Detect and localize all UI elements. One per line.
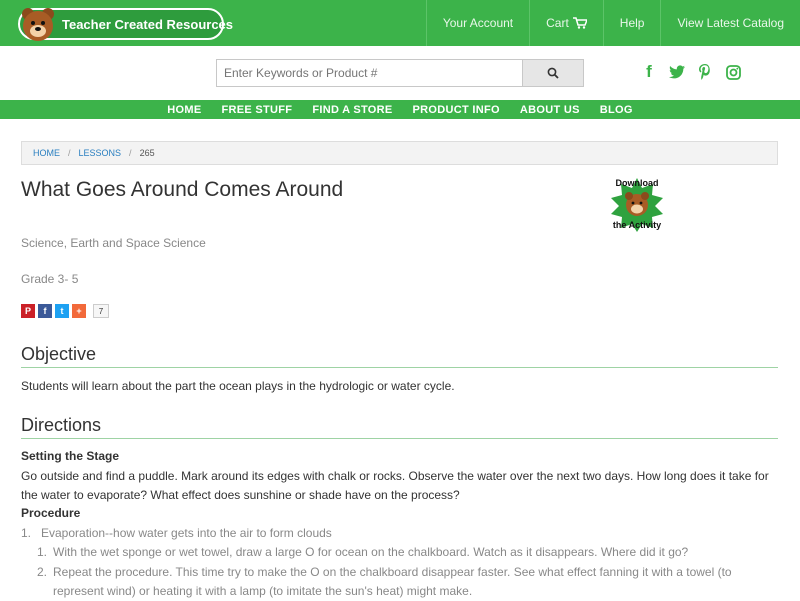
pinterest-share-icon[interactable]: P [21,304,35,318]
search-button[interactable] [522,59,584,87]
procedure-sub-item-2-continued: represent wind) or heating it with a lam… [53,584,473,598]
search-row: f [0,46,800,100]
your-account-link[interactable]: Your Account [425,0,529,46]
share-buttons: P f t + 7 [21,304,109,318]
twitter-icon[interactable] [668,62,686,82]
facebook-icon[interactable]: f [640,62,658,82]
nav-home[interactable]: HOME [157,104,211,116]
breadcrumb-separator: / [68,148,71,158]
objective-text: Students will learn about the part the o… [21,379,455,393]
procedure-heading: Procedure [21,506,81,520]
addthis-share-icon[interactable]: + [72,304,86,318]
download-label-bottom: the Activity [612,220,662,230]
site-logo[interactable]: Teacher Created Resources [18,8,233,41]
help-link[interactable]: Help [602,0,661,46]
social-links: f [640,62,742,82]
breadcrumb-current: 265 [139,148,155,158]
nav-about-us[interactable]: ABOUT US [510,104,590,116]
cart-link[interactable]: Cart [529,0,603,46]
share-count: 7 [93,304,109,318]
account-nav: Your Account Cart Help View Latest Catal… [425,0,800,46]
setting-stage-heading: Setting the Stage [21,449,120,463]
list-item-text: Repeat the procedure. This time try to m… [53,565,732,579]
breadcrumb-lessons[interactable]: LESSONS [79,148,122,158]
procedure-sub-item-1: 1. With the wet sponge or wet towel, draw… [37,543,777,562]
top-bar: Teacher Created Resources Your Account C… [0,0,800,46]
list-number: 1. [21,526,32,540]
download-label-top: Download [615,178,659,188]
cart-icon [572,17,587,29]
page-title: What Goes Around Comes Around [21,178,344,201]
objective-heading: Objective [21,344,778,368]
main-nav: HOME FREE STUFF FIND A STORE PRODUCT INF… [0,100,800,119]
procedure-item-1: 1. Evaporation--how water gets into the a… [21,524,781,543]
instagram-icon[interactable] [724,62,742,82]
lesson-subject: Science, Earth and Space Science [21,236,206,250]
logo-text: Teacher Created Resources [62,17,234,32]
list-item-text: Evaporation--how water gets into the air… [41,526,332,540]
search-icon [547,67,559,79]
setting-stage-line-2: the water to evaporate? What effect does… [21,488,460,502]
list-item-text: With the wet sponge or wet towel, draw a… [53,545,689,559]
directions-heading: Directions [21,415,778,439]
cart-label: Cart [546,16,569,30]
twitter-share-icon[interactable]: t [55,304,69,318]
breadcrumb-separator: / [129,148,132,158]
procedure-sub-item-2: 2. Repeat the procedure. This time try to… [37,563,777,582]
download-activity-button[interactable]: Download the Activity [605,176,669,232]
list-number: 2. [37,565,48,579]
search-input[interactable] [216,59,523,87]
nav-product-info[interactable]: PRODUCT INFO [403,104,510,116]
setting-stage-line-1: Go outside and find a puddle. Mark aroun… [21,469,769,483]
view-catalog-link[interactable]: View Latest Catalog [660,0,800,46]
breadcrumb: HOME / LESSONS / 265 [21,141,778,165]
list-number: 1. [37,545,48,559]
bear-logo-icon [22,8,54,41]
nav-find-a-store[interactable]: FIND A STORE [302,104,402,116]
lesson-grade: Grade 3- 5 [21,272,79,286]
breadcrumb-home[interactable]: HOME [33,148,60,158]
nav-free-stuff[interactable]: FREE STUFF [212,104,303,116]
pinterest-icon[interactable] [696,62,714,82]
nav-blog[interactable]: BLOG [590,104,643,116]
facebook-share-icon[interactable]: f [38,304,52,318]
